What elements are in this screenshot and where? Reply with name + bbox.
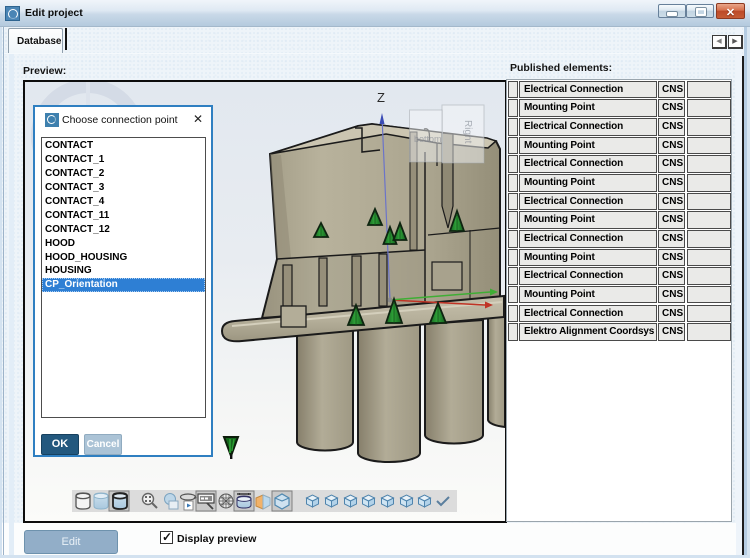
svg-text:Right: Right [462,120,473,144]
svg-text:bottom: bottom [414,134,442,144]
svg-text:Z: Z [377,90,385,105]
